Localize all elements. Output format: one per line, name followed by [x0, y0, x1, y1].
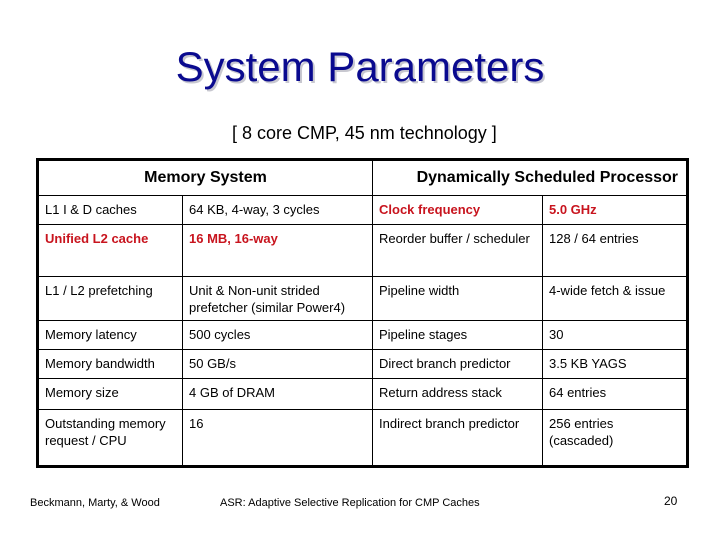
- table-row: Memory bandwidth 50 GB/s Direct branch p…: [37, 349, 689, 379]
- footer-authors: Beckmann, Marty, & Wood: [30, 497, 160, 509]
- table-row: L1 / L2 prefetching Unit & Non-unit stri…: [37, 276, 689, 321]
- processor-param-value: 3.5 KB YAGS: [541, 349, 689, 379]
- memory-param-value: Unit & Non-unit strided prefetcher (simi…: [182, 276, 373, 321]
- table-row: Outstanding memory request / CPU 16 Indi…: [37, 409, 689, 467]
- processor-param-label: Reorder buffer / scheduler: [372, 224, 543, 277]
- memory-param-value: 16: [182, 409, 373, 467]
- memory-param-label: L1 I & D caches: [37, 195, 183, 225]
- memory-param-label: Memory bandwidth: [37, 349, 183, 379]
- processor-param-label: Pipeline width: [372, 276, 543, 321]
- slide-title: System Parameters: [175, 43, 545, 90]
- page-number: 20: [664, 494, 678, 508]
- table-row: L1 I & D caches 64 KB, 4-way, 3 cycles C…: [37, 195, 689, 225]
- table-row: Memory latency 500 cycles Pipeline stage…: [37, 320, 689, 350]
- table-header-row: Memory System Dynamically Scheduled Proc…: [37, 159, 689, 196]
- memory-param-label: Outstanding memory request / CPU: [37, 409, 183, 467]
- memory-param-value: 50 GB/s: [182, 349, 373, 379]
- system-parameters-table: Memory System Dynamically Scheduled Proc…: [36, 158, 690, 468]
- header-processor: Dynamically Scheduled Processor: [371, 159, 689, 196]
- slide-subtitle: [ 8 core CMP, 45 nm technology ]: [232, 123, 497, 143]
- memory-param-label: L1 / L2 prefetching: [37, 276, 183, 321]
- processor-param-value: 256 entries (cascaded): [541, 409, 689, 467]
- memory-param-value: 500 cycles: [182, 320, 373, 350]
- table-row: Unified L2 cache 16 MB, 16-way Reorder b…: [37, 224, 689, 277]
- processor-param-value: 4-wide fetch & issue: [541, 276, 689, 321]
- processor-param-label: Pipeline stages: [372, 320, 543, 350]
- processor-param-value: 5.0 GHz: [541, 195, 689, 225]
- processor-param-value: 64 entries: [541, 378, 689, 410]
- memory-param-value: 64 KB, 4-way, 3 cycles: [182, 195, 373, 225]
- memory-param-label: Memory size: [37, 378, 183, 410]
- memory-param-value: 16 MB, 16-way: [182, 224, 373, 277]
- header-memory-system: Memory System: [37, 159, 373, 196]
- processor-param-value: 30: [541, 320, 689, 350]
- processor-param-label: Return address stack: [372, 378, 543, 410]
- memory-param-label: Memory latency: [37, 320, 183, 350]
- processor-param-value: 128 / 64 entries: [541, 224, 689, 277]
- processor-param-label: Clock frequency: [372, 195, 543, 225]
- processor-param-label: Indirect branch predictor: [372, 409, 543, 467]
- memory-param-value: 4 GB of DRAM: [182, 378, 373, 410]
- table-row: Memory size 4 GB of DRAM Return address …: [37, 378, 689, 410]
- processor-param-label: Direct branch predictor: [372, 349, 543, 379]
- memory-param-label: Unified L2 cache: [37, 224, 183, 277]
- footer-paper-title: ASR: Adaptive Selective Replication for …: [220, 497, 480, 509]
